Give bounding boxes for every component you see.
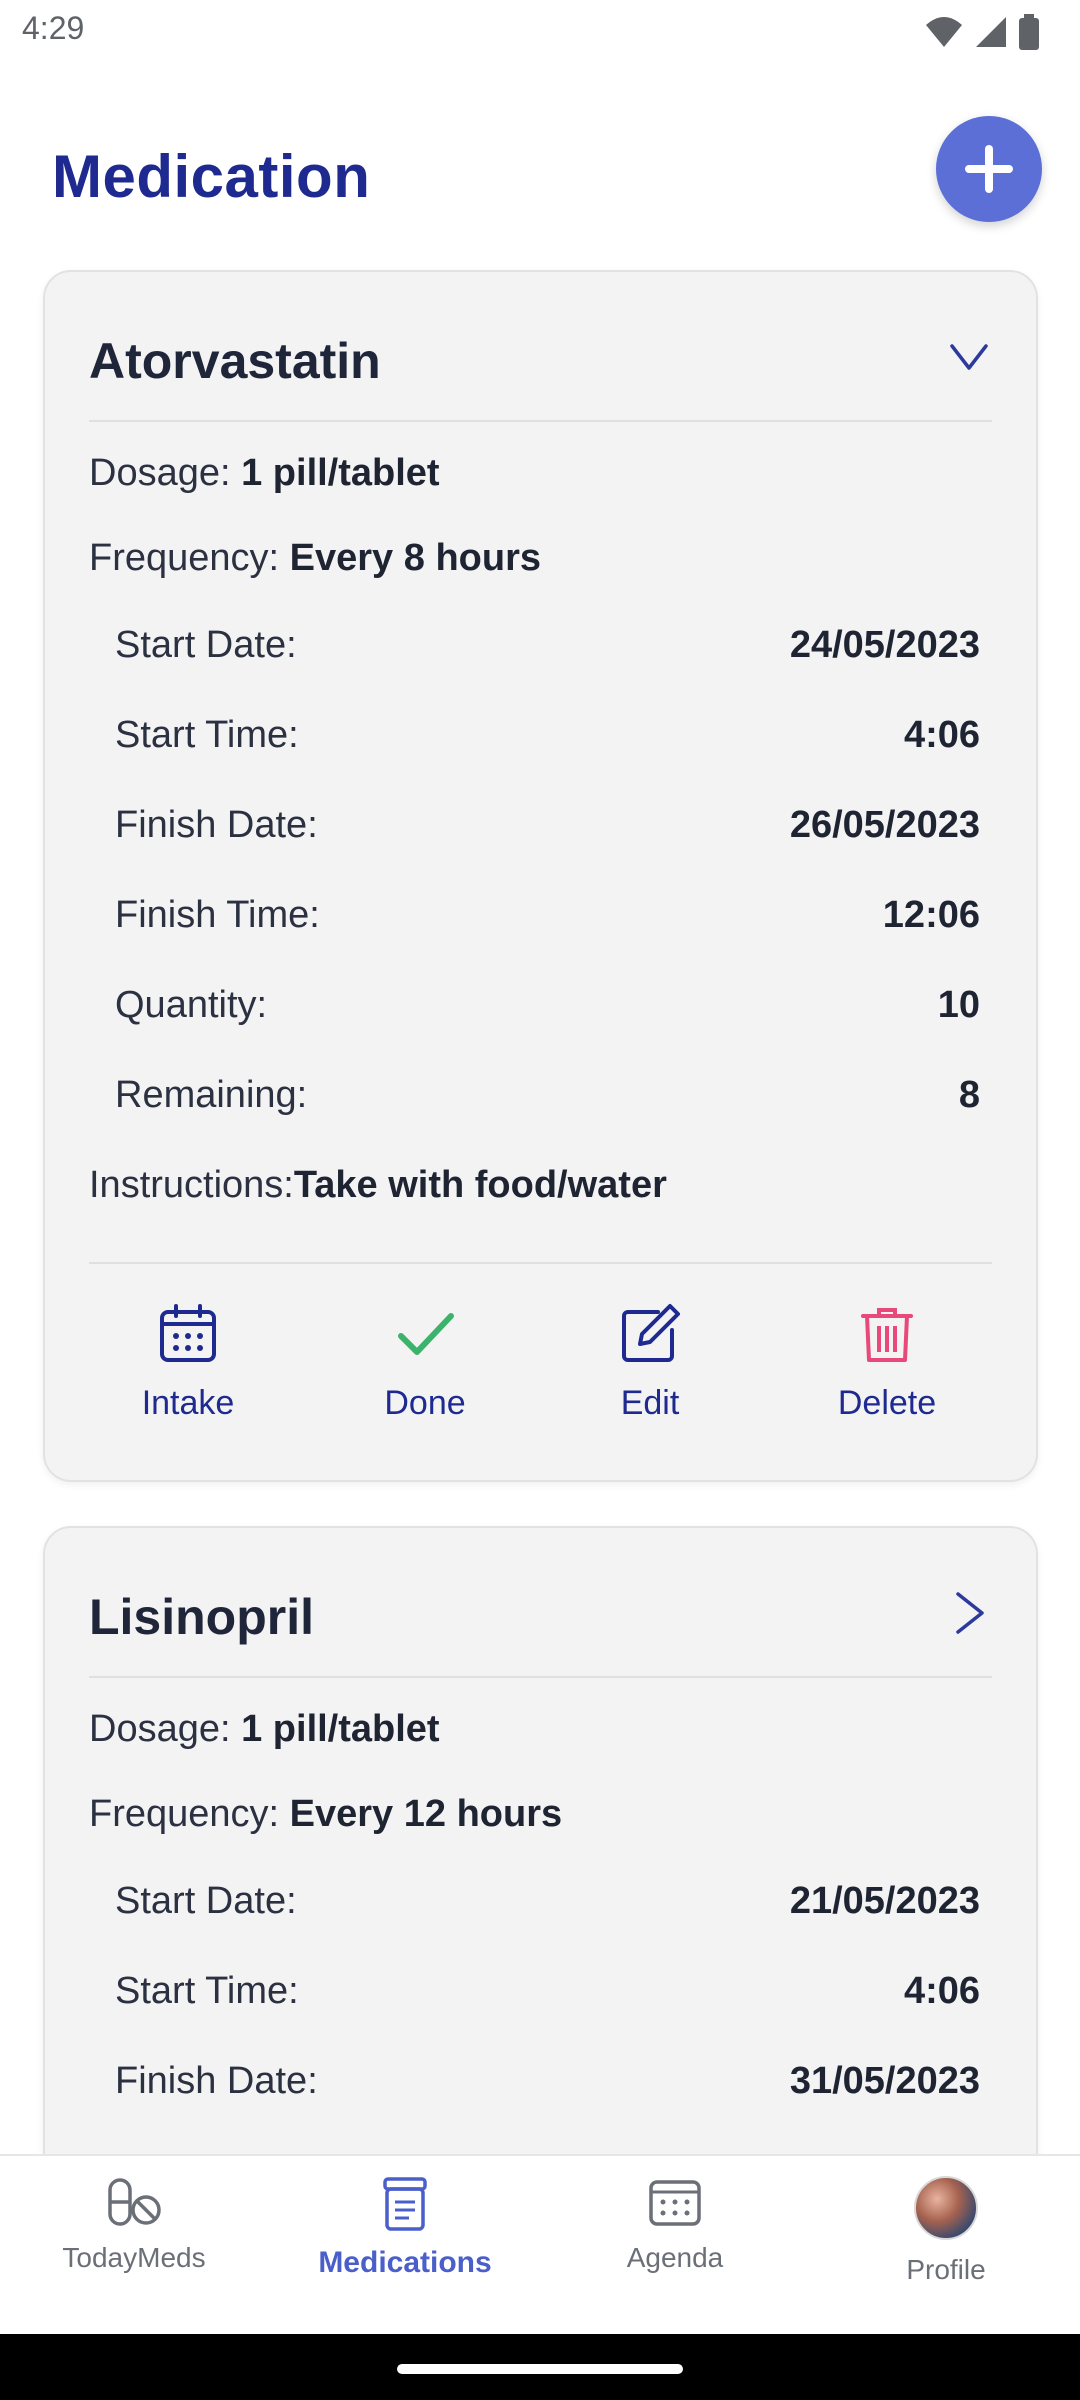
remaining-label: Remaining:	[115, 1074, 308, 1116]
nav-label: Agenda	[626, 2242, 724, 2273]
start-time-value: 4:06	[903, 714, 980, 756]
finish-date-value: 26/05/2023	[789, 804, 980, 846]
finish-date-label: Finish Date:	[115, 2060, 318, 2102]
remaining-value: 8	[958, 1074, 980, 1116]
start-date-label: Start Date:	[115, 1880, 297, 1922]
finish-time-value: 12:06	[882, 894, 980, 936]
instructions-label: Instructions:	[89, 1164, 294, 1206]
start-time-label: Start Time:	[115, 714, 299, 756]
divider	[89, 1262, 992, 1264]
start-date-value: 21/05/2023	[789, 1880, 980, 1922]
quantity-value: 10	[937, 984, 980, 1026]
finish-date-row: Finish Date: 26/05/2023	[115, 804, 980, 847]
remaining-row: Remaining: 8	[115, 1074, 980, 1117]
done-label: Done	[384, 1384, 466, 1422]
nav-profile[interactable]: Profile	[826, 2176, 1066, 2286]
frequency-label: Frequency:	[89, 1793, 280, 1835]
intake-button[interactable]: Intake	[98, 1302, 278, 1423]
pills-icon	[108, 2178, 161, 2226]
dosage-value: 1 pill/tablet	[241, 452, 440, 494]
calendar-icon	[649, 2180, 701, 2226]
start-time-label: Start Time:	[115, 1970, 299, 2012]
intake-label: Intake	[141, 1384, 235, 1422]
card-header[interactable]: Lisinopril	[89, 1528, 992, 1678]
done-button[interactable]: Done	[335, 1302, 515, 1423]
finish-time-row: Finish Time: 12:06	[115, 894, 980, 937]
wifi-icon	[926, 17, 962, 47]
chevron-down-icon[interactable]	[946, 334, 992, 380]
instructions-value: Take with food/water	[293, 1164, 667, 1206]
quantity-row: Quantity: 10	[115, 984, 980, 1027]
chevron-right-icon[interactable]	[946, 1590, 992, 1636]
nav-label: TodayMeds	[62, 2242, 206, 2273]
edit-icon	[622, 1304, 680, 1362]
plus-icon	[965, 145, 1013, 193]
start-date-row: Start Date: 24/05/2023	[115, 624, 980, 667]
edit-label: Edit	[620, 1384, 680, 1422]
add-medication-button[interactable]	[936, 116, 1042, 222]
dosage-label: Dosage:	[89, 452, 231, 494]
medication-name: Lisinopril	[89, 1589, 314, 1645]
trash-icon	[861, 1308, 913, 1362]
dosage-row: Dosage: 1 pill/tablet	[89, 1708, 440, 1751]
finish-time-label: Finish Time:	[115, 894, 320, 936]
dosage-value: 1 pill/tablet	[241, 1708, 440, 1750]
start-time-value: 4:06	[903, 1970, 980, 2012]
card-header[interactable]: Atorvastatin	[89, 272, 992, 422]
start-date-label: Start Date:	[115, 624, 297, 666]
medication-name: Atorvastatin	[89, 333, 381, 389]
nav-medications[interactable]: Medications	[285, 2176, 525, 2280]
dosage-label: Dosage:	[89, 1708, 231, 1750]
page-title: Medication	[52, 143, 371, 210]
start-date-row: Start Date: 21/05/2023	[115, 1880, 980, 1923]
quantity-label: Quantity:	[115, 984, 268, 1026]
finish-date-value: 31/05/2023	[789, 2060, 980, 2102]
finish-date-row: Finish Date: 31/05/2023	[115, 2060, 980, 2103]
nav-label: Profile	[906, 2254, 986, 2285]
start-time-row: Start Time: 4:06	[115, 1970, 980, 2013]
delete-button[interactable]: Delete	[797, 1302, 977, 1423]
start-date-value: 24/05/2023	[789, 624, 980, 666]
nav-label: Medications	[318, 2246, 492, 2279]
dosage-row: Dosage: 1 pill/tablet	[89, 452, 440, 495]
instructions-row: Instructions:Take with food/water	[89, 1164, 667, 1207]
frequency-value: Every 12 hours	[289, 1793, 563, 1835]
home-indicator[interactable]	[397, 2364, 683, 2374]
cell-signal-icon	[976, 17, 1006, 47]
edit-button[interactable]: Edit	[560, 1302, 740, 1423]
finish-date-label: Finish Date:	[115, 804, 318, 846]
gesture-bar	[0, 2334, 1080, 2400]
nav-todaymeds[interactable]: TodayMeds	[14, 2176, 254, 2274]
status-time: 4:29	[22, 10, 85, 46]
status-bar: 4:29	[0, 0, 1080, 64]
nav-agenda[interactable]: Agenda	[555, 2176, 795, 2274]
start-time-row: Start Time: 4:06	[115, 714, 980, 757]
frequency-row: Frequency: Every 12 hours	[89, 1793, 562, 1836]
frequency-label: Frequency:	[89, 537, 280, 579]
calendar-icon	[160, 1304, 216, 1362]
frequency-value: Every 8 hours	[289, 537, 541, 579]
medication-card[interactable]: Atorvastatin Dosage: 1 pill/tablet Frequ…	[43, 270, 1038, 1482]
battery-icon	[1019, 14, 1039, 50]
bottom-navigation: TodayMeds Medications Agenda Profile	[0, 2154, 1080, 2334]
frequency-row: Frequency: Every 8 hours	[89, 537, 541, 580]
check-icon	[398, 1313, 454, 1355]
delete-label: Delete	[837, 1384, 937, 1422]
avatar	[914, 2176, 978, 2240]
status-icons	[924, 14, 1040, 50]
medicine-bottle-icon	[383, 2177, 427, 2231]
